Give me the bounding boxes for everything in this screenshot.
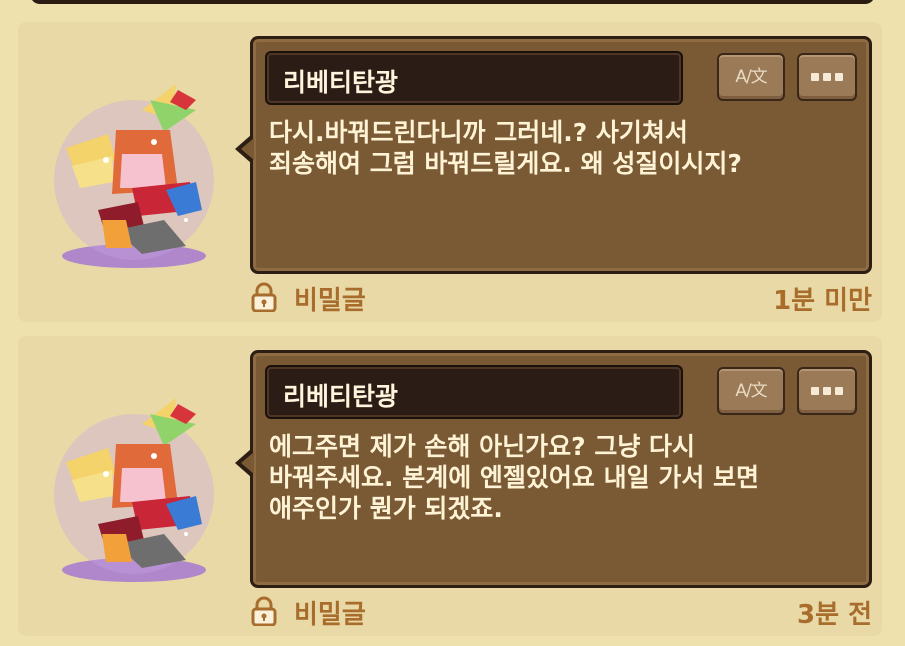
author-name-bar[interactable]: 리베티탄광 (265, 365, 683, 419)
more-options-button[interactable] (797, 367, 857, 415)
privacy-label: 비밀글 (294, 600, 366, 630)
message-footer: 비밀글 3분 전 (250, 594, 872, 630)
message-text: 에그주면 제가 손해 아닌가요? 그냥 다시 바꿔주세요. 본계에 엔젤있어요 … (269, 432, 760, 523)
author-name: 리베티탄광 (283, 382, 399, 411)
message-card: 리베티탄광 A/文 에그주면 제가 손해 아닌가요? 그냥 다시 바꿔주세요. … (18, 336, 882, 636)
author-name-bar[interactable]: 리베티탄광 (265, 51, 683, 105)
lock-icon (251, 282, 277, 312)
message-footer: 비밀글 1분 미만 (250, 280, 872, 316)
top-panel-edge (0, 0, 905, 10)
message-time: 3분 전 (797, 600, 872, 630)
more-options-button[interactable] (797, 53, 857, 101)
translate-button[interactable]: A/文 (717, 367, 785, 415)
message-bubble: 리베티탄광 A/文 다시.바꿔드린다니까 그러네.? 사기쳐서 죄송해여 그럼 … (235, 36, 872, 274)
author-name: 리베티탄광 (283, 68, 399, 97)
more-dots-icon (799, 369, 855, 413)
translate-icon: A/文 (735, 381, 767, 401)
lock-icon (251, 596, 277, 626)
more-dots-icon (799, 55, 855, 99)
phoenix-avatar-icon[interactable] (46, 70, 226, 270)
phoenix-avatar-icon[interactable] (46, 384, 226, 584)
translate-icon: A/文 (735, 67, 767, 87)
message-card: 리베티탄광 A/文 다시.바꿔드린다니까 그러네.? 사기쳐서 죄송해여 그럼 … (18, 22, 882, 322)
translate-button[interactable]: A/文 (717, 53, 785, 101)
privacy-label: 비밀글 (294, 286, 366, 316)
message-bubble: 리베티탄광 A/文 에그주면 제가 손해 아닌가요? 그냥 다시 바꿔주세요. … (235, 350, 872, 588)
message-time: 1분 미만 (773, 286, 872, 316)
message-text: 다시.바꿔드린다니까 그러네.? 사기쳐서 죄송해여 그럼 바꿔드릴게요. 왜 … (269, 118, 742, 178)
